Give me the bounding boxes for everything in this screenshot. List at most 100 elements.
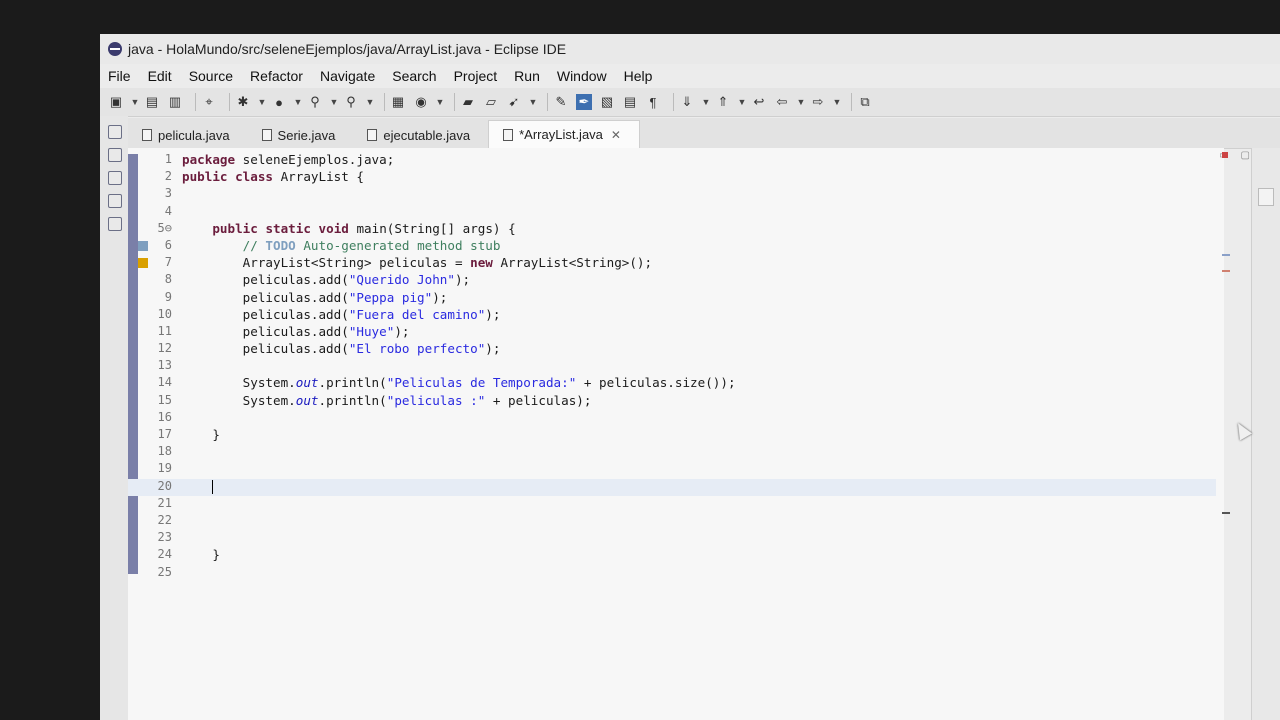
line-number: 21 [157, 495, 172, 510]
perspective-icon[interactable]: ▱ [483, 94, 499, 110]
code-line[interactable]: 24 } [128, 547, 1216, 564]
java-file-icon [503, 128, 514, 141]
toolbar-separator [384, 93, 385, 111]
code-editor[interactable]: 1 package seleneEjemplos.java; 2 public cla… [128, 148, 1224, 720]
highlight-icon[interactable]: ✎ [553, 94, 569, 110]
cursor-line-marker[interactable] [1222, 512, 1230, 514]
overview-ruler[interactable] [1220, 148, 1232, 720]
print-icon[interactable]: ⌖ [201, 94, 217, 110]
hierarchy-icon[interactable] [108, 148, 122, 162]
menu-navigate[interactable]: Navigate [320, 68, 375, 84]
code-line[interactable]: 1 package seleneEjemplos.java; [128, 152, 1216, 169]
code-line[interactable]: 21 [128, 496, 1216, 513]
chevron-down-icon[interactable]: ▼ [702, 94, 711, 110]
code-line[interactable]: 5⊖ public static void main(String[] args… [128, 221, 1216, 238]
forward-icon[interactable]: ⇨ [810, 94, 826, 110]
code-line[interactable]: 20 [128, 478, 1216, 496]
menu-project[interactable]: Project [454, 68, 498, 84]
code-text [182, 479, 214, 495]
console-icon[interactable] [108, 217, 122, 231]
block-select-icon[interactable]: ▧ [599, 94, 615, 110]
code-line[interactable]: 11 peliculas.add("Huye"); [128, 324, 1216, 341]
code-line[interactable]: 25 [128, 565, 1216, 582]
code-line[interactable]: 18 [128, 444, 1216, 461]
code-line[interactable]: 3 [128, 186, 1216, 203]
tab-arraylist[interactable]: *ArrayList.java ✕ [488, 120, 640, 148]
build-icon[interactable]: ▦ [390, 94, 406, 110]
declaration-icon[interactable] [108, 194, 122, 208]
toggle-mark-icon[interactable]: ✒ [576, 94, 592, 110]
menu-refactor[interactable]: Refactor [250, 68, 303, 84]
menu-source[interactable]: Source [189, 68, 233, 84]
warning-icon[interactable] [138, 258, 148, 269]
menu-file[interactable]: File [108, 68, 131, 84]
code-line[interactable]: 7 ArrayList<String> peliculas = new Arra… [128, 255, 1216, 272]
prev-annotation-icon[interactable]: ⇑ [715, 94, 731, 110]
warning-marker[interactable] [1222, 270, 1230, 272]
menu-run[interactable]: Run [514, 68, 540, 84]
chevron-down-icon[interactable]: ▼ [738, 94, 747, 110]
annotation-marker[interactable] [1222, 254, 1230, 256]
close-icon[interactable]: ✕ [611, 128, 621, 142]
tab-pelicula[interactable]: pelicula.java [128, 122, 248, 148]
code-text: public static void main(String[] args) { [212, 220, 516, 236]
left-trim-bar [100, 116, 128, 720]
task-marker-icon[interactable] [138, 240, 148, 251]
menu-window[interactable]: Window [557, 68, 607, 84]
code-line[interactable]: 17 } [128, 427, 1216, 444]
chevron-down-icon[interactable]: ▼ [131, 94, 140, 110]
code-line[interactable]: 9 peliculas.add("Peppa pig"); [128, 290, 1216, 307]
code-line[interactable]: 22 [128, 513, 1216, 530]
code-line[interactable]: 16 [128, 410, 1216, 427]
refactor-icon[interactable]: ⚲ [343, 94, 359, 110]
debug-icon[interactable]: ✱ [235, 94, 251, 110]
run-icon[interactable]: ● [271, 94, 287, 110]
code-text: peliculas.add("El robo perfecto"); [182, 341, 501, 357]
code-line[interactable]: 2 public class ArrayList { [128, 169, 1216, 186]
menu-edit[interactable]: Edit [148, 68, 172, 84]
code-line[interactable]: 19 [128, 461, 1216, 478]
code-line[interactable]: 13 [128, 358, 1216, 375]
pilcrow-icon[interactable]: ¶ [645, 94, 661, 110]
chevron-down-icon[interactable]: ▼ [797, 94, 806, 110]
chevron-down-icon[interactable]: ▼ [833, 94, 842, 110]
search-icon[interactable]: ⚲ [307, 94, 323, 110]
code-line[interactable]: 14 System.out.println("Peliculas de Temp… [128, 375, 1216, 392]
next-annotation-icon[interactable]: ⇓ [679, 94, 695, 110]
line-number: 9 [164, 289, 172, 304]
code-line[interactable]: 4 [128, 204, 1216, 221]
error-marker[interactable] [1222, 152, 1228, 158]
new-icon[interactable]: ▣ [108, 94, 124, 110]
save-all-icon[interactable]: ▥ [167, 94, 183, 110]
outline-icon[interactable] [1258, 188, 1274, 206]
tab-serie[interactable]: Serie.java [248, 122, 354, 148]
code-line[interactable]: 8 peliculas.add("Querido John"); [128, 272, 1216, 289]
code-line[interactable]: 10 peliculas.add("Fuera del camino"); [128, 307, 1216, 324]
menu-search[interactable]: Search [392, 68, 436, 84]
open-type-icon[interactable]: ◉ [413, 94, 429, 110]
chevron-down-icon[interactable]: ▼ [258, 94, 267, 110]
chevron-down-icon[interactable]: ▼ [436, 94, 445, 110]
code-line[interactable]: 15 System.out.println("peliculas :" + pe… [128, 393, 1216, 410]
code-line[interactable]: 12 peliculas.add("El robo perfecto"); [128, 341, 1216, 358]
javadoc-icon[interactable] [108, 171, 122, 185]
tab-ejecutable[interactable]: ejecutable.java [353, 122, 488, 148]
chevron-down-icon[interactable]: ▼ [366, 94, 375, 110]
chevron-down-icon[interactable]: ▼ [529, 94, 538, 110]
code-line[interactable]: 6 // TODO Auto-generated method stub [128, 238, 1216, 255]
chevron-down-icon[interactable]: ▼ [294, 94, 303, 110]
menu-help[interactable]: Help [624, 68, 653, 84]
chevron-down-icon[interactable]: ▼ [330, 94, 339, 110]
whitespace-icon[interactable]: ▤ [622, 94, 638, 110]
maximize-icon[interactable]: ▢ [1241, 150, 1250, 161]
annotation-icon[interactable]: ➹ [506, 94, 522, 110]
back-icon[interactable]: ⇦ [774, 94, 790, 110]
code-line[interactable]: 23 [128, 530, 1216, 547]
mouse-pointer-icon [1231, 419, 1253, 441]
save-icon[interactable]: ▤ [144, 94, 160, 110]
package-explorer-icon[interactable] [108, 125, 122, 139]
last-edit-icon[interactable]: ↩ [751, 94, 767, 110]
code-text: } [182, 547, 220, 563]
open-task-icon[interactable]: ▰ [460, 94, 476, 110]
pin-icon[interactable]: ⧉ [857, 94, 873, 110]
